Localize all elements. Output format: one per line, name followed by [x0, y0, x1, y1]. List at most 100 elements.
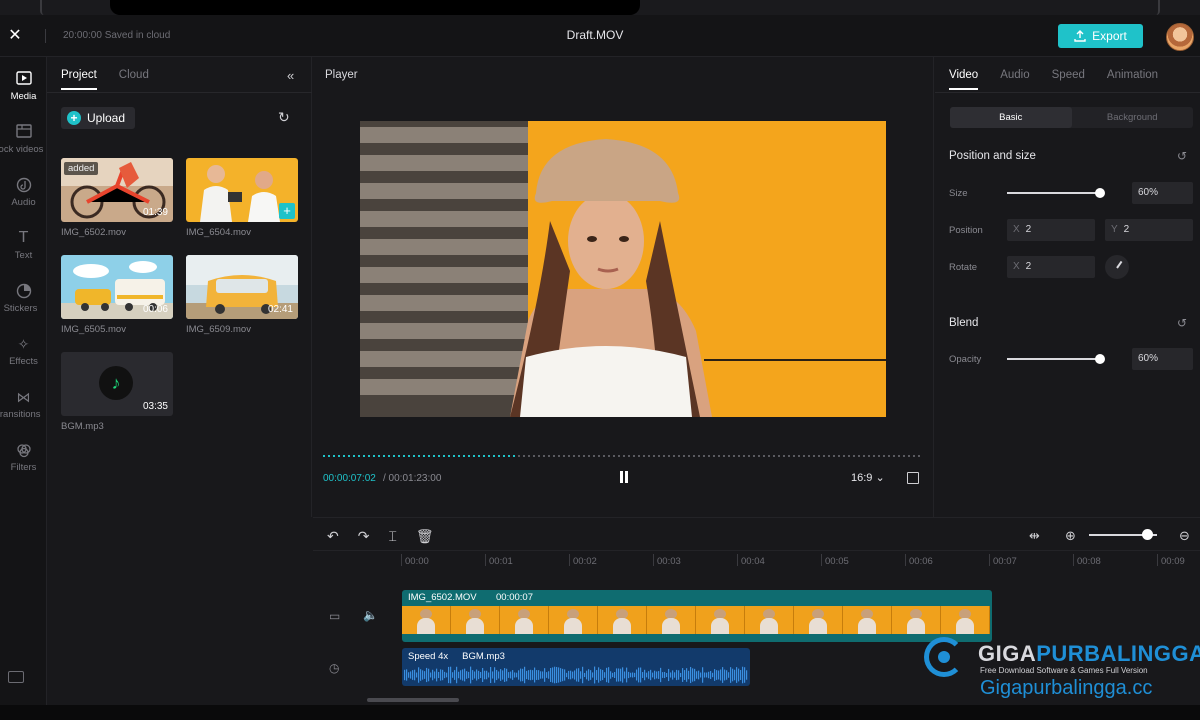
waveform-bar: [714, 669, 716, 681]
zoom-out-icon[interactable]: ⊖: [1179, 528, 1190, 544]
ruler-tick: 00:02: [569, 554, 597, 567]
media-item-img6504[interactable]: +: [186, 158, 298, 222]
redo-icon[interactable]: ↷: [358, 528, 370, 545]
filmstrip-frame: [843, 606, 892, 634]
filmstrip-frame: [745, 606, 794, 634]
waveform-bar: [444, 671, 446, 679]
player-title: Player: [325, 69, 358, 81]
tab-video[interactable]: Video: [949, 69, 979, 90]
waveform-bar: [588, 669, 590, 681]
clip-name: IMG_6502.MOV: [408, 592, 477, 603]
rail-label: Text: [14, 250, 33, 261]
opacity-slider[interactable]: [1007, 354, 1106, 364]
ruler-tick: 00:03: [653, 554, 681, 567]
audio-speed: Speed 4x: [408, 651, 449, 662]
position-x-field[interactable]: X2: [1007, 219, 1095, 241]
rail-label: Audio: [11, 197, 36, 208]
waveform-bar: [536, 670, 538, 680]
document-title[interactable]: Draft.MOV: [540, 28, 650, 42]
rail-item-stickers[interactable]: Stickers: [0, 283, 47, 327]
collapse-panel-icon[interactable]: «: [287, 68, 294, 83]
media-item-bgm[interactable]: ♪ 03:35: [61, 352, 173, 416]
reset-position-icon[interactable]: ↺: [1177, 149, 1187, 163]
rail-item-stock-videos[interactable]: Stock videos: [0, 124, 47, 168]
rotate-dial-icon[interactable]: [1105, 255, 1129, 279]
upload-button[interactable]: + Upload: [61, 107, 135, 129]
timeline-zoom-knob[interactable]: [1141, 529, 1153, 540]
waveform-bar: [448, 666, 450, 684]
size-slider[interactable]: [1007, 188, 1106, 198]
waveform-bar: [654, 670, 656, 680]
waveform-bar: [658, 671, 660, 679]
axis-label: Y: [1111, 224, 1118, 235]
waveform-bar: [722, 667, 724, 683]
size-label: Size: [949, 188, 968, 199]
waveform-bar: [538, 670, 540, 680]
refresh-icon[interactable]: ↻: [278, 109, 290, 126]
tab-speed[interactable]: Speed: [1052, 69, 1085, 90]
opacity-value-field[interactable]: 60%: [1132, 348, 1193, 370]
media-item-img6505[interactable]: 00:06: [61, 255, 173, 319]
capcut-logo-icon[interactable]: ✕: [6, 27, 24, 45]
opacity-slider-knob[interactable]: [1095, 354, 1106, 364]
waveform-bar: [644, 669, 646, 681]
divider: [47, 92, 312, 93]
rotate-field[interactable]: X2: [1007, 256, 1095, 278]
tab-cloud[interactable]: Cloud: [119, 69, 149, 90]
snap-icon[interactable]: ⇹: [1029, 528, 1040, 544]
ruler-tick: 00:07: [989, 554, 1017, 567]
waveform-bar: [572, 671, 574, 679]
rail-item-effects[interactable]: ✧ Effects: [0, 336, 47, 380]
audio-clip[interactable]: Speed 4x BGM.mp3: [402, 648, 750, 686]
add-to-timeline-button[interactable]: +: [279, 203, 295, 219]
device-top-bezel: [0, 0, 1200, 15]
waveform-bar: [440, 669, 442, 681]
position-y-field[interactable]: Y2: [1105, 219, 1193, 241]
rail-item-transitions[interactable]: ⋈ Transitions: [0, 389, 47, 433]
waveform-bar: [742, 666, 744, 684]
segment-background[interactable]: Background: [1072, 107, 1194, 128]
ruler-divider: [313, 550, 1200, 551]
rail-item-media[interactable]: Media: [0, 71, 47, 115]
aspect-ratio-select[interactable]: 16:9 ⌄: [851, 471, 885, 484]
fullscreen-icon[interactable]: [907, 472, 919, 484]
tab-animation[interactable]: Animation: [1107, 69, 1158, 90]
video-preview[interactable]: [360, 121, 886, 417]
size-value-field[interactable]: 60%: [1132, 182, 1193, 204]
waveform-bar: [728, 672, 730, 678]
waveform-bar: [546, 672, 548, 678]
rail-item-audio[interactable]: Audio: [0, 177, 47, 221]
user-avatar[interactable]: [1166, 23, 1194, 51]
undo-icon[interactable]: ↶: [327, 528, 339, 545]
tab-project[interactable]: Project: [61, 69, 97, 90]
waveform-bar: [512, 670, 514, 680]
waveform-bar: [416, 672, 418, 678]
split-icon[interactable]: ⌶: [388, 528, 396, 545]
rail-item-filters[interactable]: Filters: [0, 442, 47, 486]
media-item-img6502[interactable]: added 01:39: [61, 158, 173, 222]
waveform-bar: [466, 671, 468, 679]
export-button[interactable]: Export: [1058, 24, 1143, 48]
filmstrip-frame: [941, 606, 990, 634]
waveform-bar: [740, 670, 742, 680]
media-item-img6509[interactable]: 02:41: [186, 255, 298, 319]
waveform-bar: [474, 671, 476, 679]
timeline-scrollbar[interactable]: [367, 698, 459, 702]
rail-item-text[interactable]: T Text: [0, 230, 47, 274]
waveform-bar: [606, 667, 608, 683]
tab-audio[interactable]: Audio: [1000, 69, 1029, 90]
waveform-bar: [716, 670, 718, 680]
delete-icon[interactable]: 🗑: [416, 528, 434, 545]
size-slider-knob[interactable]: [1095, 188, 1106, 198]
zoom-in-icon[interactable]: ⊕: [1065, 528, 1076, 544]
reset-blend-icon[interactable]: ↺: [1177, 316, 1187, 330]
pause-icon[interactable]: [618, 471, 630, 483]
waveform-bar: [502, 670, 504, 680]
watermark-subtitle: Free Download Software & Games Full Vers…: [980, 666, 1148, 675]
video-clip[interactable]: IMG_6502.MOV 00:00:07: [402, 590, 992, 642]
segment-basic[interactable]: Basic: [950, 107, 1072, 128]
waveform-bar: [688, 670, 690, 680]
speaker-icon[interactable]: 🔈: [363, 608, 378, 622]
keyboard-shortcuts-icon[interactable]: [8, 671, 24, 683]
waveform-bar: [620, 668, 622, 682]
